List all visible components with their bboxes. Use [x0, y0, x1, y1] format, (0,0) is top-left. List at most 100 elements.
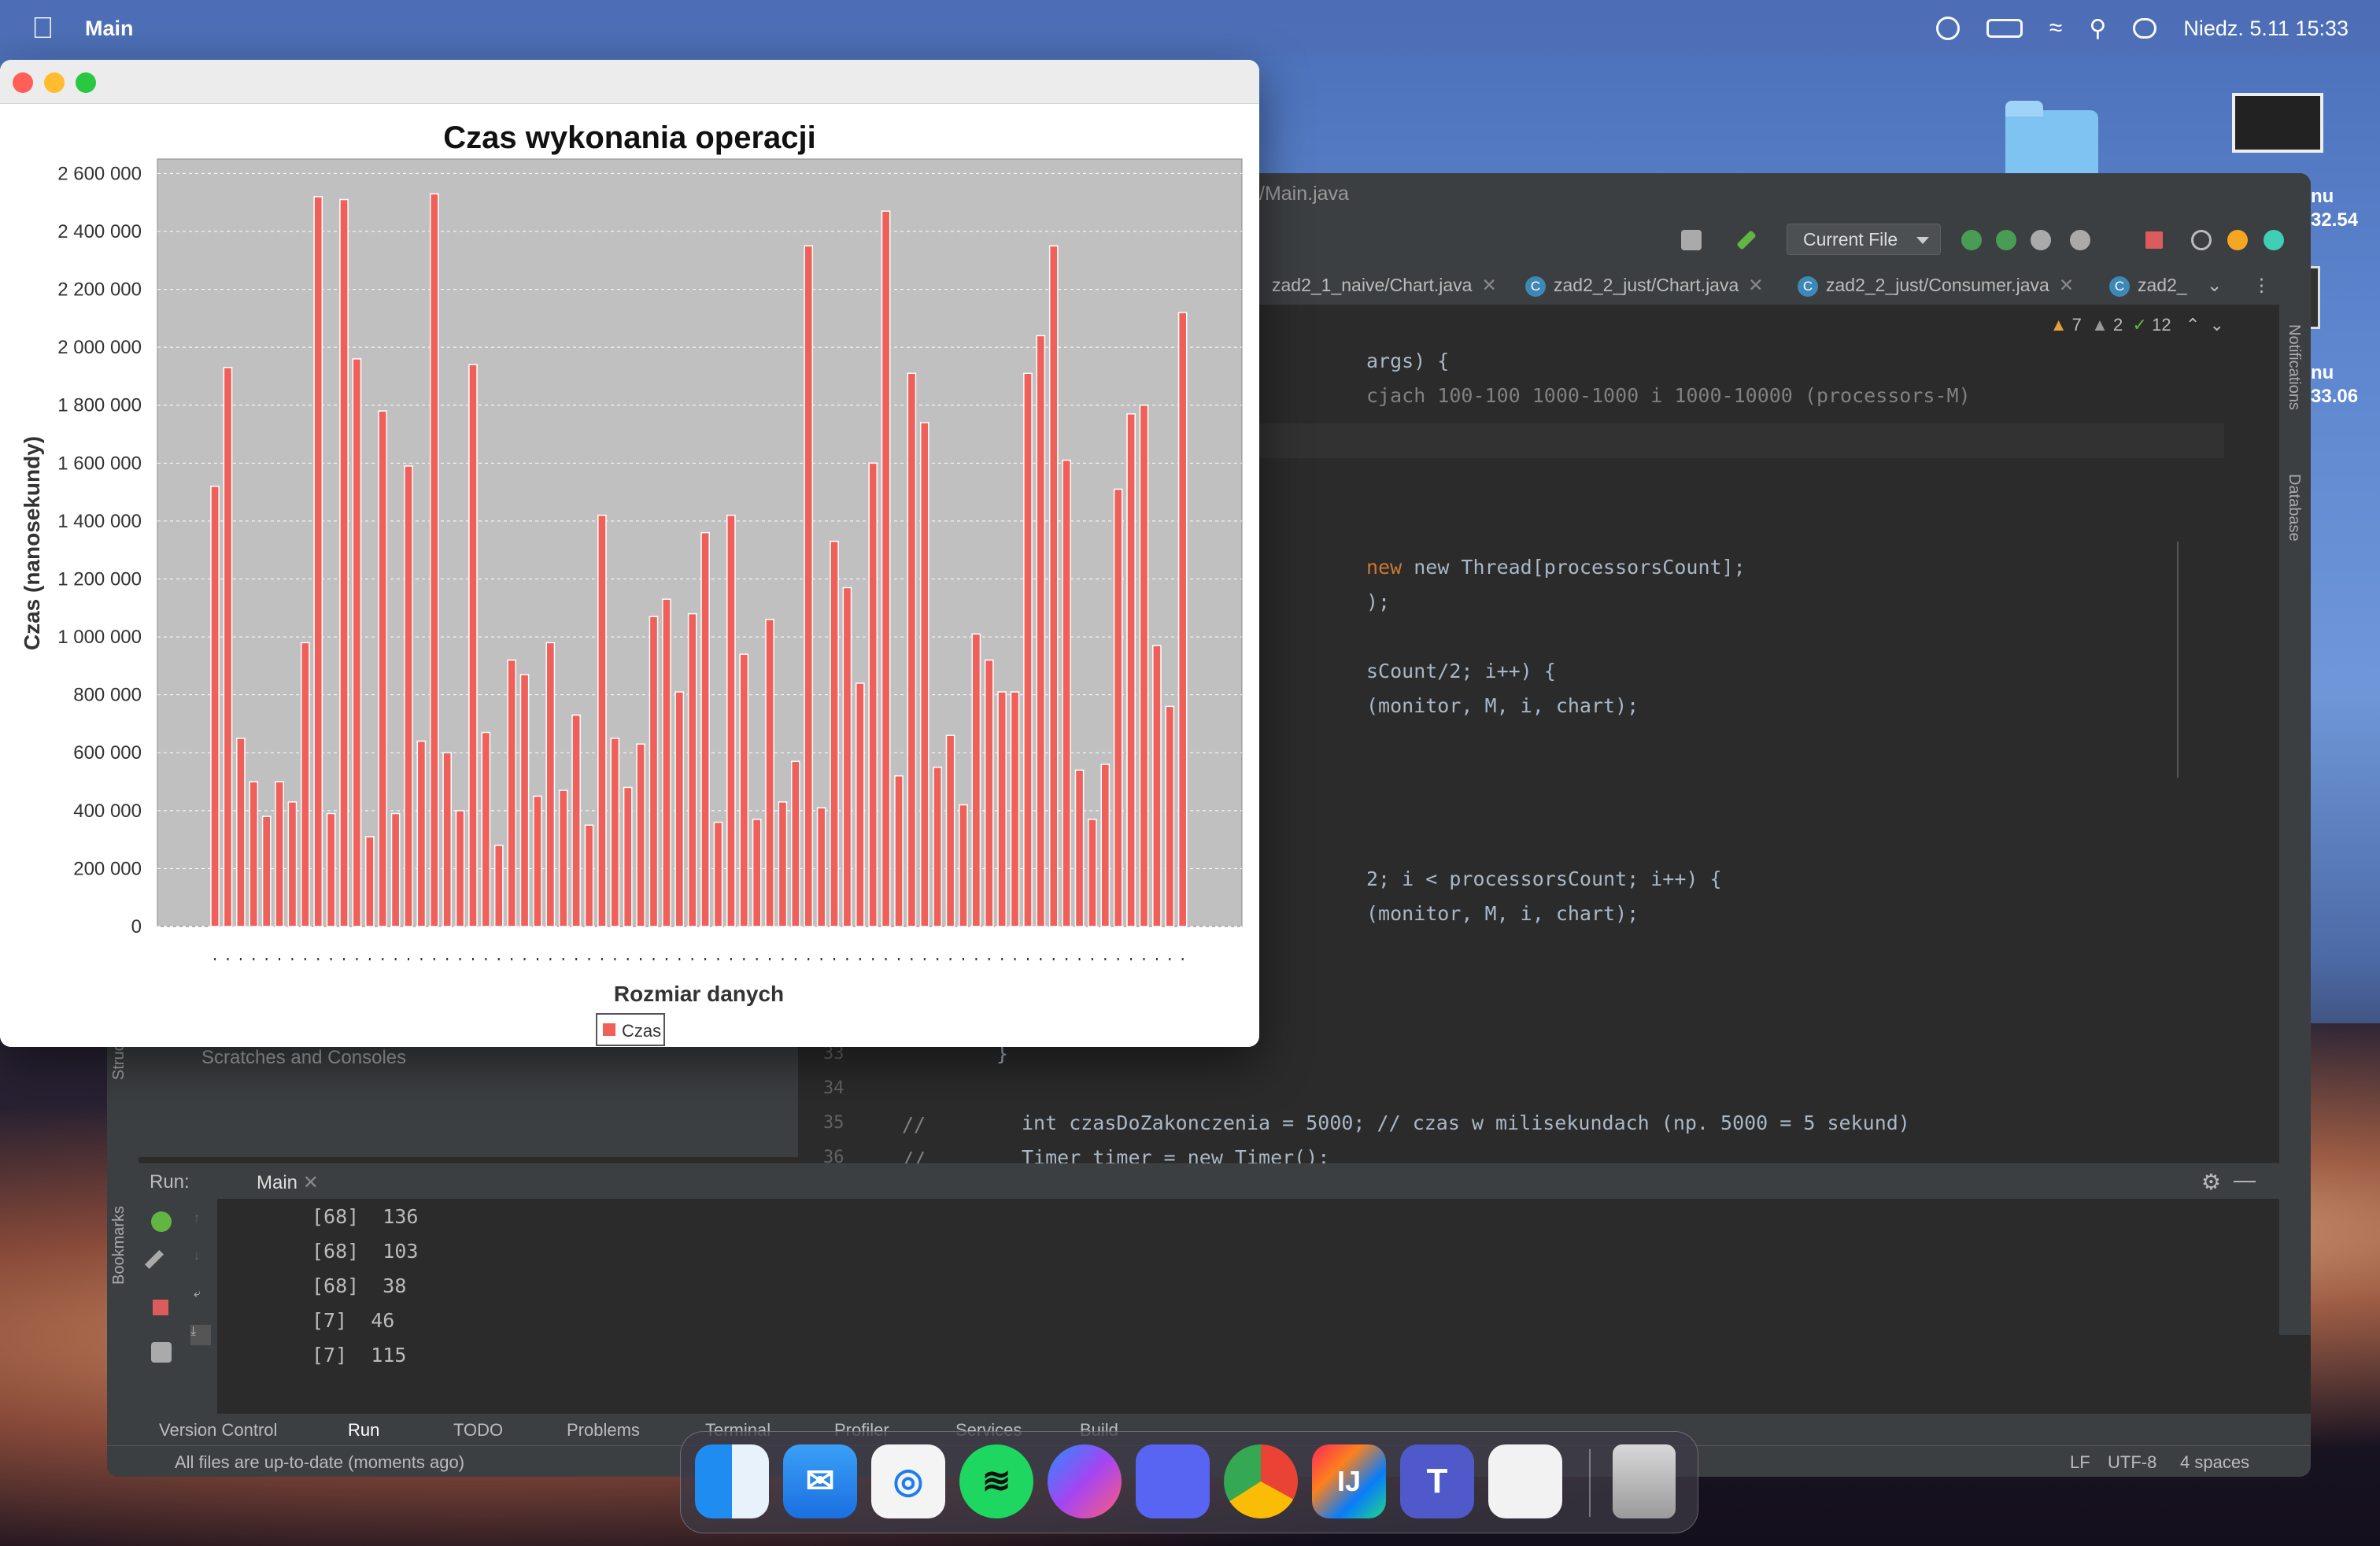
chrome-icon[interactable]	[1224, 1444, 1298, 1518]
wifi-icon[interactable]: ≈	[2049, 15, 2062, 42]
bar	[752, 819, 762, 927]
menu-status-area: ≈ ⚲ Niedz. 5.11 15:33	[1935, 0, 2349, 57]
x-tick-mark	[859, 958, 861, 960]
apple-icon[interactable]: 	[31, 13, 58, 44]
y-tick-label: 2 400 000	[57, 221, 142, 242]
editor-scrollbar[interactable]	[2177, 542, 2183, 778]
bar	[713, 821, 723, 927]
desktop-screenshot-thumbnail[interactable]	[2232, 93, 2323, 153]
play-circle-icon[interactable]	[1935, 17, 1960, 40]
x-axis-label: Rozmiar danych	[614, 982, 784, 1006]
x-tick-mark	[988, 958, 990, 960]
more-vertical-icon[interactable]: ⋮	[2252, 269, 2271, 301]
discord-icon[interactable]	[1136, 1444, 1210, 1518]
x-tick-mark	[756, 958, 758, 960]
tab-chart-just[interactable]: Czad2_2_just/Chart.java ✕	[1525, 269, 1764, 301]
bar	[971, 633, 981, 927]
file-encoding[interactable]: UTF-8	[2108, 1452, 2156, 1473]
coverage-icon[interactable]	[2031, 230, 2051, 250]
y-tick-label: 2 600 000	[57, 163, 142, 184]
zoom-window-button[interactable]	[76, 72, 96, 93]
x-tick-mark	[304, 958, 306, 960]
camera-icon[interactable]	[151, 1342, 172, 1363]
trash-icon[interactable]	[1613, 1444, 1676, 1518]
x-tick-mark	[239, 958, 242, 960]
tab-more[interactable]: Czad2_	[2109, 269, 2187, 301]
desktop-folder-icon[interactable]	[2005, 101, 2098, 183]
rerun-icon[interactable]	[151, 1211, 172, 1232]
close-icon[interactable]: ✕	[2059, 275, 2074, 295]
database-panel-button[interactable]: Database	[2285, 474, 2303, 542]
minimize-icon[interactable]: —	[2234, 1167, 2256, 1193]
bar	[352, 358, 362, 927]
messenger-icon[interactable]	[1048, 1444, 1122, 1518]
tab-version-control[interactable]: Version Control	[159, 1420, 277, 1441]
wrench-icon[interactable]	[144, 1249, 164, 1270]
bar	[636, 743, 645, 927]
x-tick-mark	[291, 958, 294, 960]
bar	[442, 752, 453, 927]
bar	[468, 364, 478, 927]
tab-todo[interactable]: TODO	[453, 1420, 503, 1441]
chevron-down-icon[interactable]: ⌄	[2207, 269, 2222, 301]
build-hammer-icon[interactable]	[1736, 230, 1757, 250]
teams-icon[interactable]: T	[1400, 1444, 1474, 1518]
intellij-icon[interactable]: IJ	[1312, 1444, 1386, 1518]
x-tick-mark	[730, 958, 732, 960]
ai-assistant-icon[interactable]	[2264, 230, 2284, 250]
y-tick-label: 400 000	[73, 801, 142, 822]
close-icon[interactable]: ✕	[1748, 275, 1763, 295]
spotify-icon[interactable]: ≋	[959, 1444, 1033, 1518]
x-tick-mark	[330, 958, 332, 960]
x-tick-mark	[949, 958, 952, 960]
line-separator[interactable]: LF	[2070, 1452, 2090, 1473]
class-icon: C	[2109, 276, 2130, 297]
down-arrow-icon[interactable]: ↓	[194, 1249, 214, 1270]
tab-label: zad2_2_just/Consumer.java	[1826, 275, 2049, 295]
search-everywhere-icon[interactable]	[2191, 230, 2212, 250]
tab-consumer[interactable]: Czad2_2_just/Consumer.java ✕	[1798, 269, 2074, 301]
inspection-widget[interactable]: ▲ 7 ▲ 2 ✓ 12 ⌃ ⌄	[2050, 315, 2224, 335]
soft-wrap-icon[interactable]: ⤶	[194, 1287, 214, 1307]
chart-title: Czas wykonania operacji	[443, 120, 816, 155]
project-item-scratches[interactable]: Scratches and Consoles	[201, 1047, 406, 1069]
battery-icon[interactable]	[1986, 19, 2023, 38]
scroll-to-end-icon[interactable]: ⤓	[190, 1325, 211, 1345]
mail-icon[interactable]: ✉	[783, 1444, 857, 1518]
update-icon[interactable]	[2227, 230, 2248, 250]
minimize-window-button[interactable]	[44, 72, 65, 93]
search-icon[interactable]: ⚲	[2089, 15, 2106, 43]
code-line: new new Thread[processorsCount];	[1366, 556, 1746, 579]
close-icon[interactable]: ✕	[303, 1172, 319, 1193]
notifications-panel-button[interactable]: Notifications	[2285, 324, 2303, 410]
run-config-select[interactable]: Current File	[1787, 224, 1942, 255]
y-axis-label: Czas (nanosekundy)	[20, 436, 44, 650]
rerun-icon[interactable]	[1961, 230, 1982, 250]
menu-app-name[interactable]: Main	[85, 17, 134, 41]
run-tab-main[interactable]: Main ✕	[257, 1171, 319, 1194]
stop-icon[interactable]	[153, 1300, 168, 1315]
tab-run[interactable]: Run	[348, 1420, 379, 1441]
up-arrow-icon[interactable]: ↑	[194, 1211, 214, 1232]
bar	[791, 760, 800, 927]
y-tick-label: 1 200 000	[57, 568, 142, 590]
stop-icon[interactable]	[2145, 231, 2163, 249]
menu-clock[interactable]: Niedz. 5.11 15:33	[2183, 17, 2349, 41]
java-icon[interactable]	[1488, 1444, 1562, 1518]
profiler-icon[interactable]	[2070, 230, 2090, 250]
indent-setting[interactable]: 4 spaces	[2180, 1452, 2249, 1473]
safari-icon[interactable]: ◎	[871, 1444, 945, 1518]
debug-icon[interactable]	[1996, 230, 2016, 250]
finder-icon[interactable]	[695, 1444, 769, 1518]
bar	[455, 810, 465, 927]
control-center-icon[interactable]	[2133, 18, 2157, 39]
y-axis-ticks: 0 200 000 400 000 600 000 800 000 1 000 000 1 …	[57, 163, 142, 938]
gear-icon[interactable]: ⚙	[2201, 1169, 2221, 1195]
ide-window-title: /Main.java	[1259, 183, 1349, 205]
tab-problems[interactable]: Problems	[567, 1420, 640, 1441]
bookmarks-panel-button[interactable]: Bookmarks	[110, 1206, 128, 1285]
user-icon[interactable]	[1681, 230, 1702, 250]
close-window-button[interactable]	[13, 72, 33, 93]
close-icon[interactable]: ✕	[1481, 275, 1496, 295]
tab-chart-naive[interactable]: zad2_1_naive/Chart.java ✕	[1272, 269, 1497, 301]
